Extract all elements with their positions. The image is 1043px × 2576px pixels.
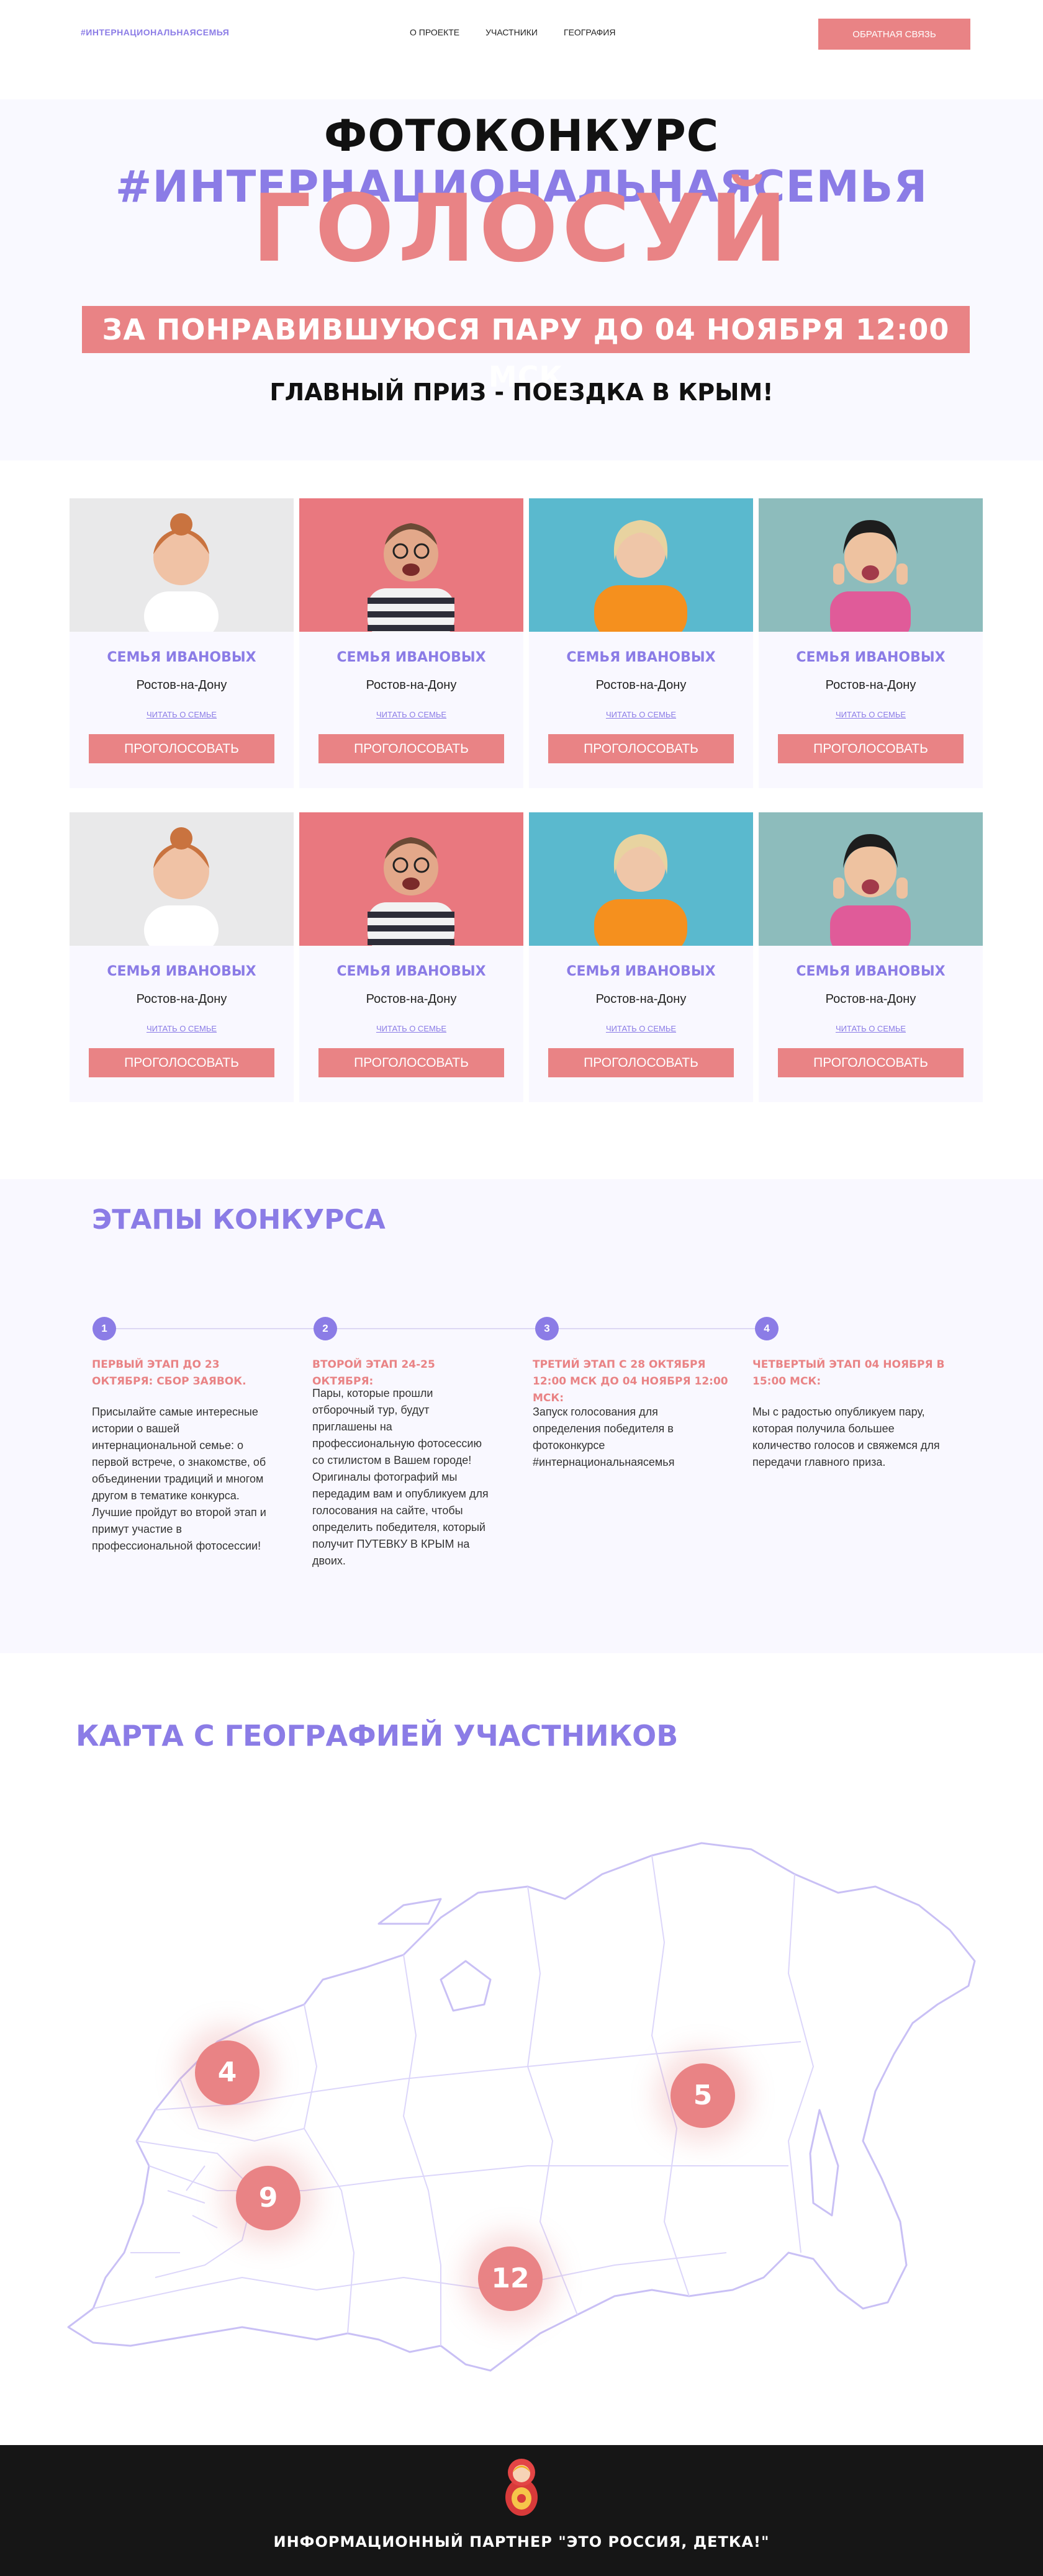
deadline-banner: ЗА ПОНРАВИВШУЮСЯ ПАРУ ДО 04 НОЯБРЯ 12:00… xyxy=(82,306,970,393)
stage-number-3: 3 xyxy=(535,1317,559,1340)
nav-geography[interactable]: ГЕОГРАФИЯ xyxy=(564,27,615,37)
family-name: СЕМЬЯ ИВАНОВЫХ xyxy=(566,650,716,665)
participant-card: СЕМЬЯ ИВАНОВЫХ Ростов-на-Дону ЧИТАТЬ О С… xyxy=(529,812,753,1102)
family-name: СЕМЬЯ ИВАНОВЫХ xyxy=(107,964,256,979)
participant-photo xyxy=(529,498,753,632)
map-pin-4[interactable]: 4 xyxy=(195,2040,260,2105)
stage-text-3: Запуск голосования для определения побед… xyxy=(533,1406,675,1468)
stage-heading-3: ТРЕТИЙ ЭТАП С 28 ОКТЯБРЯ 12:00 МСК ДО 04… xyxy=(533,1358,728,1404)
stage-text-2: Пары, которые прошли отборочный тур, буд… xyxy=(312,1387,489,1567)
map-pin-9[interactable]: 9 xyxy=(236,2166,300,2230)
family-name: СЕМЬЯ ИВАНОВЫХ xyxy=(107,650,256,665)
russia-map-outline xyxy=(67,1842,976,2372)
map-title: КАРТА С ГЕОГРАФИЕЙ УЧАСТНИКОВ xyxy=(76,1719,679,1752)
vote-heading: ГОЛОСУЙ xyxy=(251,175,792,283)
nav-about[interactable]: О ПРОЕКТЕ xyxy=(410,27,459,37)
stages-section: ЭТАПЫ КОНКУРСА 1 ПЕРВЫЙ ЭТАП ДО 23 ОКТЯБ… xyxy=(0,1179,1043,1653)
vote-button[interactable]: ПРОГОЛОСОВАТЬ xyxy=(318,1048,504,1077)
hero-title-part1: ФОТОКОНКУРС xyxy=(323,110,720,161)
stage-number-4: 4 xyxy=(755,1317,779,1340)
family-name: СЕМЬЯ ИВАНОВЫХ xyxy=(566,964,716,979)
family-name: СЕМЬЯ ИВАНОВЫХ xyxy=(336,964,486,979)
vote-button[interactable]: ПРОГОЛОСОВАТЬ xyxy=(548,1048,734,1077)
read-about-family-link[interactable]: ЧИТАТЬ О СЕМЬЕ xyxy=(299,1024,523,1033)
stage-text-4: Мы с радостью опубликуем пару, которая п… xyxy=(752,1406,940,1468)
main-nav: О ПРОЕКТЕ УЧАСТНИКИ ГЕОГРАФИЯ xyxy=(410,27,615,37)
participant-card: СЕМЬЯ ИВАНОВЫХ Ростов-на-Дону ЧИТАТЬ О С… xyxy=(759,498,983,788)
site-footer: ИНФОРМАЦИОННЫЙ ПАРТНЕР "ЭТО РОССИЯ, ДЕТК… xyxy=(0,2445,1043,2576)
stage-heading-1: ПЕРВЫЙ ЭТАП ДО 23 ОКТЯБРЯ: СБОР ЗАЯВОК. xyxy=(92,1358,246,1388)
participant-photo xyxy=(759,498,983,632)
family-city: Ростов-на-Дону xyxy=(595,678,687,692)
family-city: Ростов-на-Дону xyxy=(366,992,457,1006)
site-logo[interactable]: #ИНТЕРНАЦИОНАЛЬНАЯСЕМЬЯ xyxy=(81,27,229,37)
stages-title: ЭТАПЫ КОНКУРСА xyxy=(92,1204,386,1236)
participant-photo xyxy=(299,812,523,946)
read-about-family-link[interactable]: ЧИТАТЬ О СЕМЬЕ xyxy=(759,1024,983,1033)
family-name: СЕМЬЯ ИВАНОВЫХ xyxy=(336,650,486,665)
family-city: Ростов-на-Дону xyxy=(366,678,457,692)
partner-text: ИНФОРМАЦИОННЫЙ ПАРТНЕР "ЭТО РОССИЯ, ДЕТК… xyxy=(273,2533,770,2551)
read-about-family-link[interactable]: ЧИТАТЬ О СЕМЬЕ xyxy=(70,710,294,719)
participant-photo xyxy=(70,498,294,632)
vote-button[interactable]: ПРОГОЛОСОВАТЬ xyxy=(778,734,964,763)
read-about-family-link[interactable]: ЧИТАТЬ О СЕМЬЕ xyxy=(759,710,983,719)
family-city: Ростов-на-Дону xyxy=(825,678,916,692)
participant-card: СЕМЬЯ ИВАНОВЫХ Ростов-на-Дону ЧИТАТЬ О С… xyxy=(70,498,294,788)
participant-photo xyxy=(529,812,753,946)
vote-button[interactable]: ПРОГОЛОСОВАТЬ xyxy=(89,1048,274,1077)
participants-grid: СЕМЬЯ ИВАНОВЫХ Ростов-на-Дону ЧИТАТЬ О С… xyxy=(70,498,983,1102)
nav-participants[interactable]: УЧАСТНИКИ xyxy=(485,27,538,37)
vote-button[interactable]: ПРОГОЛОСОВАТЬ xyxy=(778,1048,964,1077)
feedback-button[interactable]: ОБРАТНАЯ СВЯЗЬ xyxy=(818,19,970,50)
participant-photo xyxy=(299,498,523,632)
family-name: СЕМЬЯ ИВАНОВЫХ xyxy=(796,650,946,665)
stages-timeline xyxy=(104,1328,775,1329)
participant-card: СЕМЬЯ ИВАНОВЫХ Ростов-на-Дону ЧИТАТЬ О С… xyxy=(759,812,983,1102)
family-city: Ростов-на-Дону xyxy=(825,992,916,1006)
participant-photo xyxy=(759,812,983,946)
main-prize-text: ГЛАВНЫЙ ПРИЗ - ПОЕЗДКА В КРЫМ! xyxy=(269,379,774,406)
map-pin-5[interactable]: 5 xyxy=(670,2063,735,2128)
read-about-family-link[interactable]: ЧИТАТЬ О СЕМЬЕ xyxy=(70,1024,294,1033)
participant-card: СЕМЬЯ ИВАНОВЫХ Ростов-на-Дону ЧИТАТЬ О С… xyxy=(529,498,753,788)
participant-card: СЕМЬЯ ИВАНОВЫХ Ростов-на-Дону ЧИТАТЬ О С… xyxy=(299,498,523,788)
family-name: СЕМЬЯ ИВАНОВЫХ xyxy=(796,964,946,979)
family-city: Ростов-на-Дону xyxy=(136,678,227,692)
participants-map: 4 9 12 5 xyxy=(56,1818,1000,2408)
map-pin-12[interactable]: 12 xyxy=(478,2246,543,2311)
read-about-family-link[interactable]: ЧИТАТЬ О СЕМЬЕ xyxy=(299,710,523,719)
stage-number-1: 1 xyxy=(93,1317,116,1340)
vote-button[interactable]: ПРОГОЛОСОВАТЬ xyxy=(89,734,274,763)
site-header: #ИНТЕРНАЦИОНАЛЬНАЯСЕМЬЯ О ПРОЕКТЕ УЧАСТН… xyxy=(0,0,1043,68)
stage-heading-4: ЧЕТВЕРТЫЙ ЭТАП 04 НОЯБРЯ В 15:00 МСК: xyxy=(752,1358,945,1388)
family-city: Ростов-на-Дону xyxy=(136,992,227,1006)
participant-card: СЕМЬЯ ИВАНОВЫХ Ростов-на-Дону ЧИТАТЬ О С… xyxy=(299,812,523,1102)
vote-button[interactable]: ПРОГОЛОСОВАТЬ xyxy=(318,734,504,763)
read-about-family-link[interactable]: ЧИТАТЬ О СЕМЬЕ xyxy=(529,710,753,719)
participant-card: СЕМЬЯ ИВАНОВЫХ Ростов-на-Дону ЧИТАТЬ О С… xyxy=(70,812,294,1102)
vote-button[interactable]: ПРОГОЛОСОВАТЬ xyxy=(548,734,734,763)
hero-section: ФОТОКОНКУРС #ИНТЕРНАЦИОНАЛЬНАЯСЕМЬЯ ГОЛО… xyxy=(0,99,1043,460)
family-city: Ростов-на-Дону xyxy=(595,992,687,1006)
read-about-family-link[interactable]: ЧИТАТЬ О СЕМЬЕ xyxy=(529,1024,753,1033)
matryoshka-logo xyxy=(505,2459,538,2516)
participant-photo xyxy=(70,812,294,946)
stage-text-1: Присылайте самые интересные истории о ва… xyxy=(92,1406,266,1552)
stage-number-2: 2 xyxy=(314,1317,337,1340)
